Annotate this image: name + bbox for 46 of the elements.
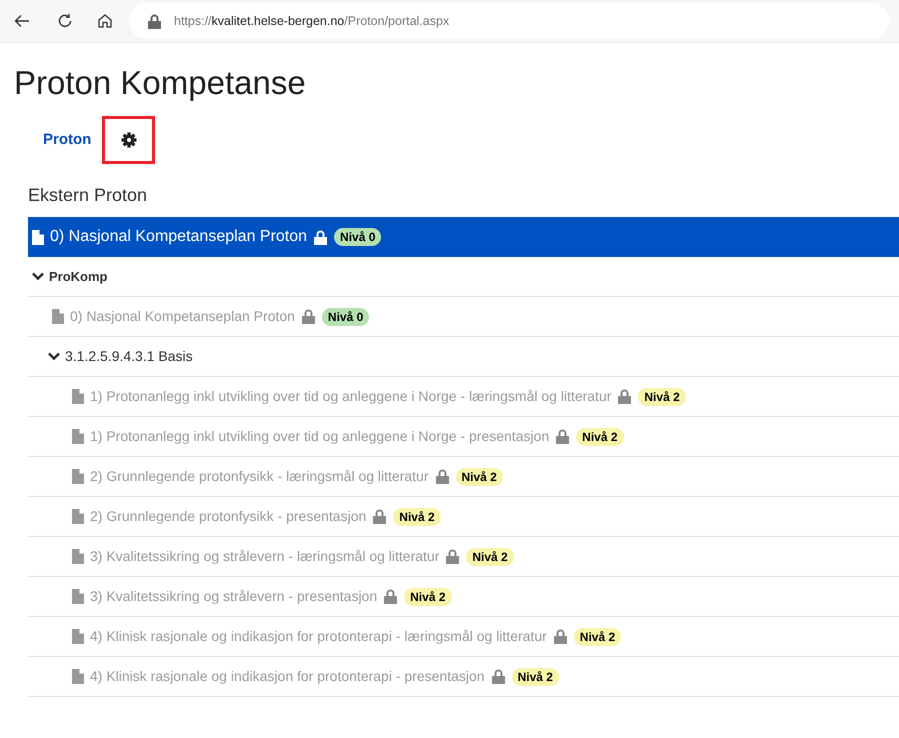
document-icon bbox=[72, 549, 84, 564]
section-title: Ekstern Proton bbox=[28, 184, 148, 207]
home-icon[interactable] bbox=[97, 13, 113, 29]
back-icon[interactable] bbox=[14, 14, 30, 28]
page-title: Proton Kompetanse bbox=[14, 63, 307, 103]
item-title: 1) Protonanlegg inkl utvikling over tid og anleggene i Norge - presentasjon bbox=[90, 427, 550, 446]
item-title: 3) Kvalitetssikring og strålevern - læringsmål og litteratur bbox=[90, 547, 440, 566]
item-title: 4) Klinisk rasjonale og indikasjon for protonterapi - presentasjon bbox=[90, 667, 485, 686]
document-icon bbox=[72, 669, 84, 684]
level-tag: Nivå 2 bbox=[638, 388, 686, 406]
folder-title: 3.1.2.5.9.4.3.1 Basis bbox=[65, 347, 193, 366]
chevron-down-icon[interactable] bbox=[32, 272, 44, 281]
settings-icon bbox=[120, 132, 137, 148]
level-tag: Nivå 2 bbox=[393, 508, 441, 526]
document-icon bbox=[72, 429, 84, 444]
level-tag: Nivå 2 bbox=[456, 468, 503, 486]
document-icon bbox=[52, 309, 64, 324]
level-tag: Nivå 2 bbox=[576, 428, 624, 446]
level-tag: Nivå 2 bbox=[512, 668, 559, 686]
address-bar[interactable]: https://kvalitet.helse-bergen.no/Proton/portal.aspx bbox=[129, 3, 889, 39]
level-tag: Nivå 2 bbox=[574, 628, 622, 646]
level-tag: Nivå 0 bbox=[322, 308, 370, 326]
folder-title: ProKomp bbox=[49, 268, 108, 286]
level-tag: Nivå 2 bbox=[466, 548, 514, 566]
document-icon bbox=[72, 469, 84, 484]
level-tag: Nivå 2 bbox=[404, 588, 452, 606]
url-text: https://kvalitet.helse-bergen.no/Proton/portal.aspx bbox=[174, 12, 450, 30]
proton-link[interactable]: Proton bbox=[43, 128, 92, 152]
refresh-icon[interactable] bbox=[57, 13, 73, 29]
tree-item[interactable]: 0) Nasjonal Kompetanseplan Proton Nivå 0 bbox=[28, 217, 899, 257]
lock-icon bbox=[147, 14, 162, 28]
document-icon bbox=[72, 589, 84, 604]
item-title: 4) Klinisk rasjonale og indikasjon for protonterapi - læringsmål og litteratur bbox=[90, 627, 547, 646]
document-icon bbox=[72, 389, 84, 404]
level-tag: Nivå 0 bbox=[334, 228, 382, 246]
item-title: 2) Grunnlegende protonfysikk - presentasjon bbox=[90, 507, 366, 526]
settings-button[interactable] bbox=[102, 116, 156, 164]
document-icon bbox=[72, 629, 84, 644]
document-icon bbox=[72, 509, 84, 524]
document-icon bbox=[32, 230, 44, 244]
chevron-down-icon[interactable] bbox=[48, 352, 60, 361]
item-title: 0) Nasjonal Kompetanseplan Proton bbox=[70, 307, 295, 326]
item-title: 1) Protonanlegg inkl utvikling over tid og anleggene i Norge - læringsmål og litteratur bbox=[90, 387, 612, 406]
item-title: 3) Kvalitetssikring og strålevern - presentasjon bbox=[90, 587, 378, 606]
item-title: 2) Grunnlegende protonfysikk - læringsmål og litteratur bbox=[90, 467, 428, 486]
item-title: 0) Nasjonal Kompetanseplan Proton bbox=[50, 227, 308, 247]
